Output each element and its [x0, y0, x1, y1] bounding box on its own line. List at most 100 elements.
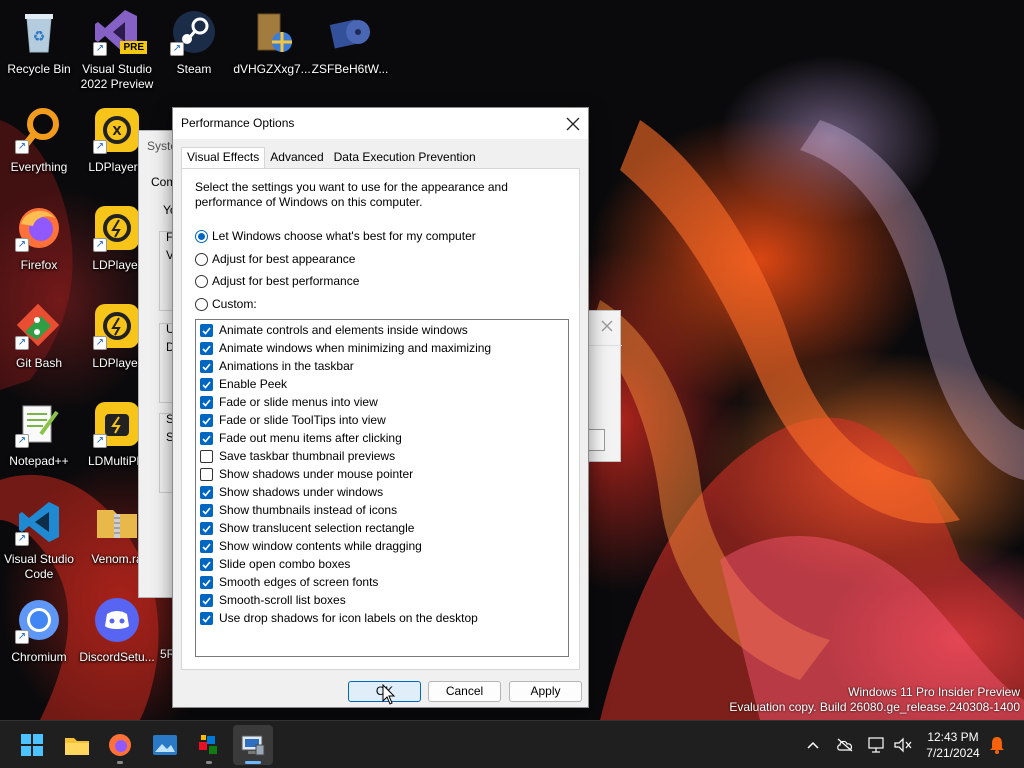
radio-button[interactable]	[195, 297, 208, 311]
effect-label: Animations in the taskbar	[219, 359, 354, 373]
installer-package-icon	[248, 8, 296, 56]
checkbox[interactable]	[200, 395, 213, 409]
onedrive-tray-button[interactable]	[834, 721, 856, 768]
cancel-button[interactable]: Cancel	[428, 681, 501, 702]
desktop-icon-label: Visual Studio Code	[4, 552, 74, 581]
desktop-icon-vscode[interactable]: ↗ Visual Studio Code	[0, 494, 79, 584]
desktop-icon-git-bash[interactable]: ↗ Git Bash	[0, 298, 79, 388]
taskbar-photos[interactable]	[145, 725, 185, 765]
volume-muted-icon	[894, 737, 912, 753]
effect-animate-windows[interactable]: Animate windows when minimizing and maxi…	[200, 340, 491, 356]
radio-best-appearance[interactable]: Adjust for best appearance	[195, 251, 355, 267]
watermark-line: Evaluation copy. Build 26080.ge_release.…	[729, 700, 1020, 714]
desktop-icon-recycle-bin[interactable]: ♻ Recycle Bin	[0, 4, 79, 94]
effect-label: Show window contents while dragging	[219, 539, 422, 553]
radio-let-windows-choose[interactable]: Let Windows choose what's best for my co…	[195, 228, 476, 244]
visual-effects-list[interactable]: Animate controls and elements inside win…	[195, 319, 569, 657]
desktop-icon-visual-studio-2022-preview[interactable]: PRE ↗ Visual Studio 2022 Preview	[77, 4, 157, 94]
taskbar-system-properties[interactable]	[233, 725, 273, 765]
shortcut-arrow-icon: ↗	[15, 238, 29, 252]
checkbox[interactable]	[200, 593, 213, 607]
checkbox[interactable]	[200, 377, 213, 391]
checkmark-icon	[202, 380, 211, 389]
start-button[interactable]	[12, 725, 52, 765]
radio-custom[interactable]: Custom:	[195, 296, 257, 312]
desktop-icon-firefox[interactable]: ↗ Firefox	[0, 200, 79, 290]
taskbar-paint[interactable]	[189, 725, 229, 765]
checkbox[interactable]	[200, 539, 213, 553]
radio-best-performance[interactable]: Adjust for best performance	[195, 273, 359, 289]
effect-slide-combo-boxes[interactable]: Slide open combo boxes	[200, 556, 350, 572]
checkbox[interactable]	[200, 611, 213, 625]
photos-icon	[153, 735, 177, 755]
desktop-icon-zsfbeh6tw[interactable]: ZSFBeH6tW...	[310, 4, 390, 94]
effect-show-thumbnails[interactable]: Show thumbnails instead of icons	[200, 502, 397, 518]
desktop-icon-steam[interactable]: ↗ Steam	[154, 4, 234, 94]
effect-pointer-shadows[interactable]: Show shadows under mouse pointer	[200, 466, 413, 482]
checkbox[interactable]	[200, 449, 213, 463]
radio-button[interactable]	[195, 252, 208, 266]
effect-label: Fade or slide menus into view	[219, 395, 378, 409]
effect-icon-label-shadows[interactable]: Use drop shadows for icon labels on the …	[200, 610, 478, 626]
checkbox[interactable]	[200, 341, 213, 355]
effect-label: Show translucent selection rectangle	[219, 521, 415, 535]
desktop-icon-chromium[interactable]: ↗ Chromium	[0, 592, 79, 682]
effect-smooth-scroll[interactable]: Smooth-scroll list boxes	[200, 592, 346, 608]
network-tray-button[interactable]	[866, 721, 888, 768]
start-icon	[21, 734, 43, 756]
effect-label: Enable Peek	[219, 377, 288, 391]
taskbar: 12:43 PM 7/21/2024	[0, 720, 1024, 768]
checkbox[interactable]	[200, 467, 213, 481]
tab-data-execution-prevention[interactable]: Data Execution Prevention	[329, 148, 481, 169]
effect-fade-tooltips[interactable]: Fade or slide ToolTips into view	[200, 412, 386, 428]
effect-window-contents-dragging[interactable]: Show window contents while dragging	[200, 538, 422, 554]
tab-visual-effects[interactable]: Visual Effects	[181, 147, 266, 169]
close-icon[interactable]	[600, 319, 614, 333]
taskbar-firefox[interactable]	[100, 725, 140, 765]
dialog-titlebar[interactable]: Performance Options	[173, 108, 588, 139]
desktop-icon-notepad-plus-plus[interactable]: ↗ Notepad++	[0, 396, 79, 486]
secondary-window-background[interactable]	[587, 310, 622, 462]
show-hidden-icons-button[interactable]	[802, 721, 824, 768]
effect-window-shadows[interactable]: Show shadows under windows	[200, 484, 383, 500]
checkbox[interactable]	[200, 575, 213, 589]
effect-enable-peek[interactable]: Enable Peek	[200, 376, 287, 392]
apply-button[interactable]: Apply	[509, 681, 582, 702]
effect-smooth-fonts[interactable]: Smooth edges of screen fonts	[200, 574, 378, 590]
desktop-icon-everything[interactable]: ↗ Everything	[0, 102, 79, 192]
effect-animate-controls[interactable]: Animate controls and elements inside win…	[200, 322, 468, 338]
effect-fade-menus[interactable]: Fade or slide menus into view	[200, 394, 378, 410]
everything-icon: ↗	[15, 106, 63, 154]
effect-label: Use drop shadows for icon labels on the …	[219, 611, 478, 625]
effect-fade-menu-items[interactable]: Fade out menu items after clicking	[200, 430, 402, 446]
effect-taskbar-animations[interactable]: Animations in the taskbar	[200, 358, 354, 374]
checkbox[interactable]	[200, 485, 213, 499]
checkbox[interactable]	[200, 413, 213, 427]
checkbox[interactable]	[200, 323, 213, 337]
shortcut-arrow-icon: ↗	[93, 42, 107, 56]
tab-advanced[interactable]: Advanced	[265, 148, 328, 169]
checkbox[interactable]	[200, 359, 213, 373]
effect-translucent-selection[interactable]: Show translucent selection rectangle	[200, 520, 414, 536]
taskbar-clock[interactable]: 12:43 PM 7/21/2024	[918, 729, 988, 761]
checkbox[interactable]	[200, 503, 213, 517]
close-button[interactable]	[558, 108, 588, 139]
taskbar-file-explorer[interactable]	[57, 725, 97, 765]
checkbox[interactable]	[200, 521, 213, 535]
desktop-icon-dvhgzxxg7[interactable]: dVHGZXxg7...	[232, 4, 312, 94]
checkbox[interactable]	[200, 431, 213, 445]
partial-button[interactable]	[587, 429, 605, 451]
volume-tray-button[interactable]	[892, 721, 914, 768]
dialog-tabs: Visual Effects Advanced Data Execution P…	[181, 147, 481, 169]
desktop-icon-discord-setup[interactable]: DiscordSetu...	[77, 592, 157, 682]
notifications-button[interactable]	[986, 721, 1008, 768]
clock-time: 12:43 PM	[927, 730, 979, 744]
radio-button[interactable]	[195, 229, 208, 243]
effect-save-thumbnails[interactable]: Save taskbar thumbnail previews	[200, 448, 395, 464]
file-explorer-icon	[65, 738, 89, 755]
svg-text:♻: ♻	[33, 29, 46, 45]
checkmark-icon	[202, 506, 211, 515]
checkbox[interactable]	[200, 557, 213, 571]
radio-button[interactable]	[195, 274, 208, 288]
system-properties-window-background[interactable]: Syste Com Yo F V U D S S	[138, 130, 177, 598]
